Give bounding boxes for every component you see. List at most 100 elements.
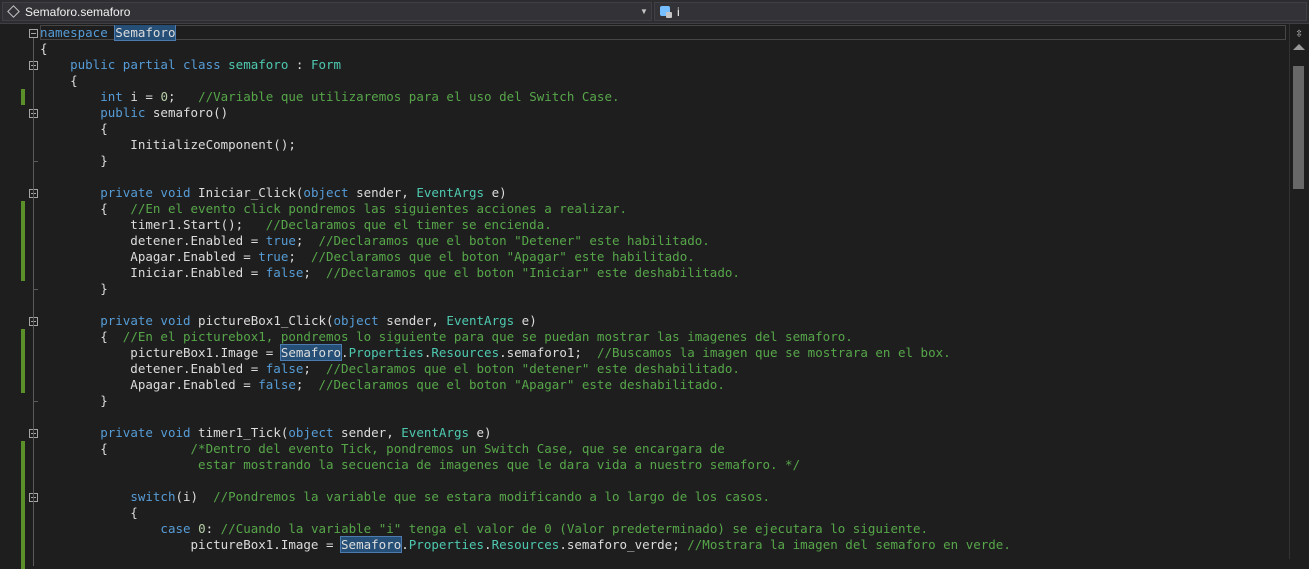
code-token: : bbox=[288, 57, 311, 72]
code-token: public partial class bbox=[70, 57, 221, 72]
code-token: Resources bbox=[431, 345, 500, 360]
code-line[interactable]: case 0: //Cuando la variable "i" tenga e… bbox=[40, 521, 928, 537]
code-token: sender, bbox=[348, 185, 417, 200]
type-dropdown[interactable]: Semaforo.semaforo ▼ bbox=[2, 2, 652, 21]
code-line[interactable]: Apagar.Enabled = true; //Declaramos que … bbox=[40, 249, 694, 265]
code-token: /*Dentro del evento Tick, pondremos un S… bbox=[190, 441, 725, 456]
code-editor[interactable]: namespace Semaforo{ public partial class… bbox=[40, 25, 1287, 559]
code-line[interactable]: private void Iniciar_Click(object sender… bbox=[40, 185, 507, 201]
code-token: Iniciar_Click( bbox=[190, 185, 304, 200]
outline-end bbox=[33, 289, 38, 290]
code-line[interactable]: private void pictureBox1_Click(object se… bbox=[40, 313, 537, 329]
code-token: . bbox=[341, 345, 349, 360]
navigation-bar: Semaforo.semaforo ▼ i bbox=[0, 0, 1309, 24]
code-line[interactable]: estar mostrando la secuencia de imagenes… bbox=[40, 457, 800, 473]
code-token: (i) bbox=[175, 489, 214, 504]
code-token: //Declaramos que el boton "detener" este… bbox=[326, 361, 740, 376]
code-token: { bbox=[40, 441, 191, 456]
code-token: . bbox=[484, 537, 492, 552]
code-token: ; bbox=[303, 265, 326, 280]
code-token: InitializeComponent(); bbox=[40, 137, 296, 152]
code-line[interactable]: pictureBox1.Image = Semaforo.Properties.… bbox=[40, 536, 1011, 553]
code-line[interactable]: private void timer1_Tick(object sender, … bbox=[40, 425, 492, 441]
code-token: //Pondremos la variable que se estara mo… bbox=[213, 489, 771, 504]
code-line[interactable]: int i = 0; //Variable que utilizaremos p… bbox=[40, 89, 620, 105]
code-token: semaforo bbox=[228, 57, 289, 72]
code-line[interactable]: { //En el evento click pondremos las sig… bbox=[40, 201, 627, 217]
code-token: 0 bbox=[198, 521, 206, 536]
code-line[interactable]: detener.Enabled = true; //Declaramos que… bbox=[40, 233, 710, 249]
code-token: .semaforo1; bbox=[499, 345, 597, 360]
code-line[interactable]: { //En el picturebox1, pondremos lo sigu… bbox=[40, 329, 853, 345]
code-line[interactable]: { bbox=[40, 73, 78, 89]
code-line[interactable]: detener.Enabled = false; //Declaramos qu… bbox=[40, 361, 740, 377]
scroll-up-arrow-icon[interactable] bbox=[1293, 44, 1305, 50]
code-line[interactable]: public partial class semaforo : Form bbox=[40, 57, 341, 73]
selection-margin[interactable] bbox=[0, 24, 20, 559]
code-token: { bbox=[40, 73, 78, 88]
code-token: EventArgs bbox=[416, 185, 485, 200]
code-line[interactable]: Apagar.Enabled = false; //Declaramos que… bbox=[40, 377, 725, 393]
code-token: e) bbox=[514, 313, 537, 328]
change-indicator bbox=[21, 89, 25, 105]
code-token: //En el picturebox1, pondremos lo siguie… bbox=[122, 329, 853, 344]
change-indicator bbox=[21, 329, 25, 393]
code-line[interactable]: { bbox=[40, 41, 48, 57]
code-token: Semaforo bbox=[340, 536, 403, 553]
scrollbar-thumb[interactable] bbox=[1293, 66, 1304, 189]
code-token: pictureBox1.Image = bbox=[40, 345, 281, 360]
code-line[interactable]: InitializeComponent(); bbox=[40, 137, 296, 153]
code-line[interactable]: } bbox=[40, 393, 108, 409]
code-token: ; bbox=[303, 361, 326, 376]
code-line[interactable]: pictureBox1.Image = Semaforo.Properties.… bbox=[40, 344, 951, 361]
code-token: //Cuando la variable "i" tenga el valor … bbox=[220, 521, 929, 536]
code-token: //Declaramos que el timer se encienda. bbox=[265, 217, 552, 232]
code-token: { bbox=[40, 121, 108, 136]
code-token: detener.Enabled = bbox=[40, 233, 266, 248]
code-token: //Buscamos la imagen que se mostrara en … bbox=[596, 345, 951, 360]
outline-line bbox=[33, 38, 34, 566]
code-line[interactable]: switch(i) //Pondremos la variable que se… bbox=[40, 489, 770, 505]
code-token: //Declaramos que el boton "Iniciar" este… bbox=[326, 265, 740, 280]
code-line[interactable]: namespace Semaforo bbox=[40, 25, 177, 41]
code-token: i = bbox=[122, 89, 161, 104]
code-token: timer1.Start(); bbox=[40, 217, 266, 232]
code-line[interactable]: { /*Dentro del evento Tick, pondremos un… bbox=[40, 441, 725, 457]
code-token: ; bbox=[295, 377, 319, 392]
code-token: sender, bbox=[378, 313, 447, 328]
code-token: object bbox=[303, 185, 349, 200]
code-token: ; bbox=[288, 249, 311, 264]
outline-end bbox=[33, 161, 38, 162]
collapse-toggle-icon[interactable] bbox=[29, 29, 38, 38]
chevron-down-icon[interactable]: ▼ bbox=[637, 7, 651, 16]
code-token: e) bbox=[469, 425, 492, 440]
code-token: } bbox=[40, 153, 108, 168]
code-line[interactable]: timer1.Start(); //Declaramos que el time… bbox=[40, 217, 552, 233]
split-icon[interactable]: ⇳ bbox=[1292, 27, 1306, 41]
code-token: Form bbox=[310, 57, 342, 72]
code-token: Apagar.Enabled = bbox=[40, 377, 259, 392]
code-token: EventArgs bbox=[401, 425, 469, 440]
code-line[interactable]: } bbox=[40, 281, 108, 297]
code-line[interactable]: { bbox=[40, 505, 138, 521]
code-token: e) bbox=[484, 185, 507, 200]
outline-end bbox=[33, 401, 38, 402]
code-token: 0 bbox=[160, 89, 168, 104]
code-token: { bbox=[40, 329, 123, 344]
code-token: pictureBox1_Click( bbox=[190, 313, 334, 328]
code-line[interactable]: { bbox=[40, 121, 108, 137]
code-token: //Variable que utilizaremos para el uso … bbox=[198, 89, 620, 104]
code-token: true bbox=[258, 249, 289, 264]
code-line[interactable]: } bbox=[40, 153, 108, 169]
member-dropdown[interactable]: i bbox=[654, 2, 1307, 21]
code-line[interactable]: Iniciar.Enabled = false; //Declaramos qu… bbox=[40, 265, 740, 281]
code-token: Resources bbox=[491, 537, 560, 552]
code-token: { bbox=[40, 41, 48, 56]
code-line[interactable]: public semaforo() bbox=[40, 105, 228, 121]
